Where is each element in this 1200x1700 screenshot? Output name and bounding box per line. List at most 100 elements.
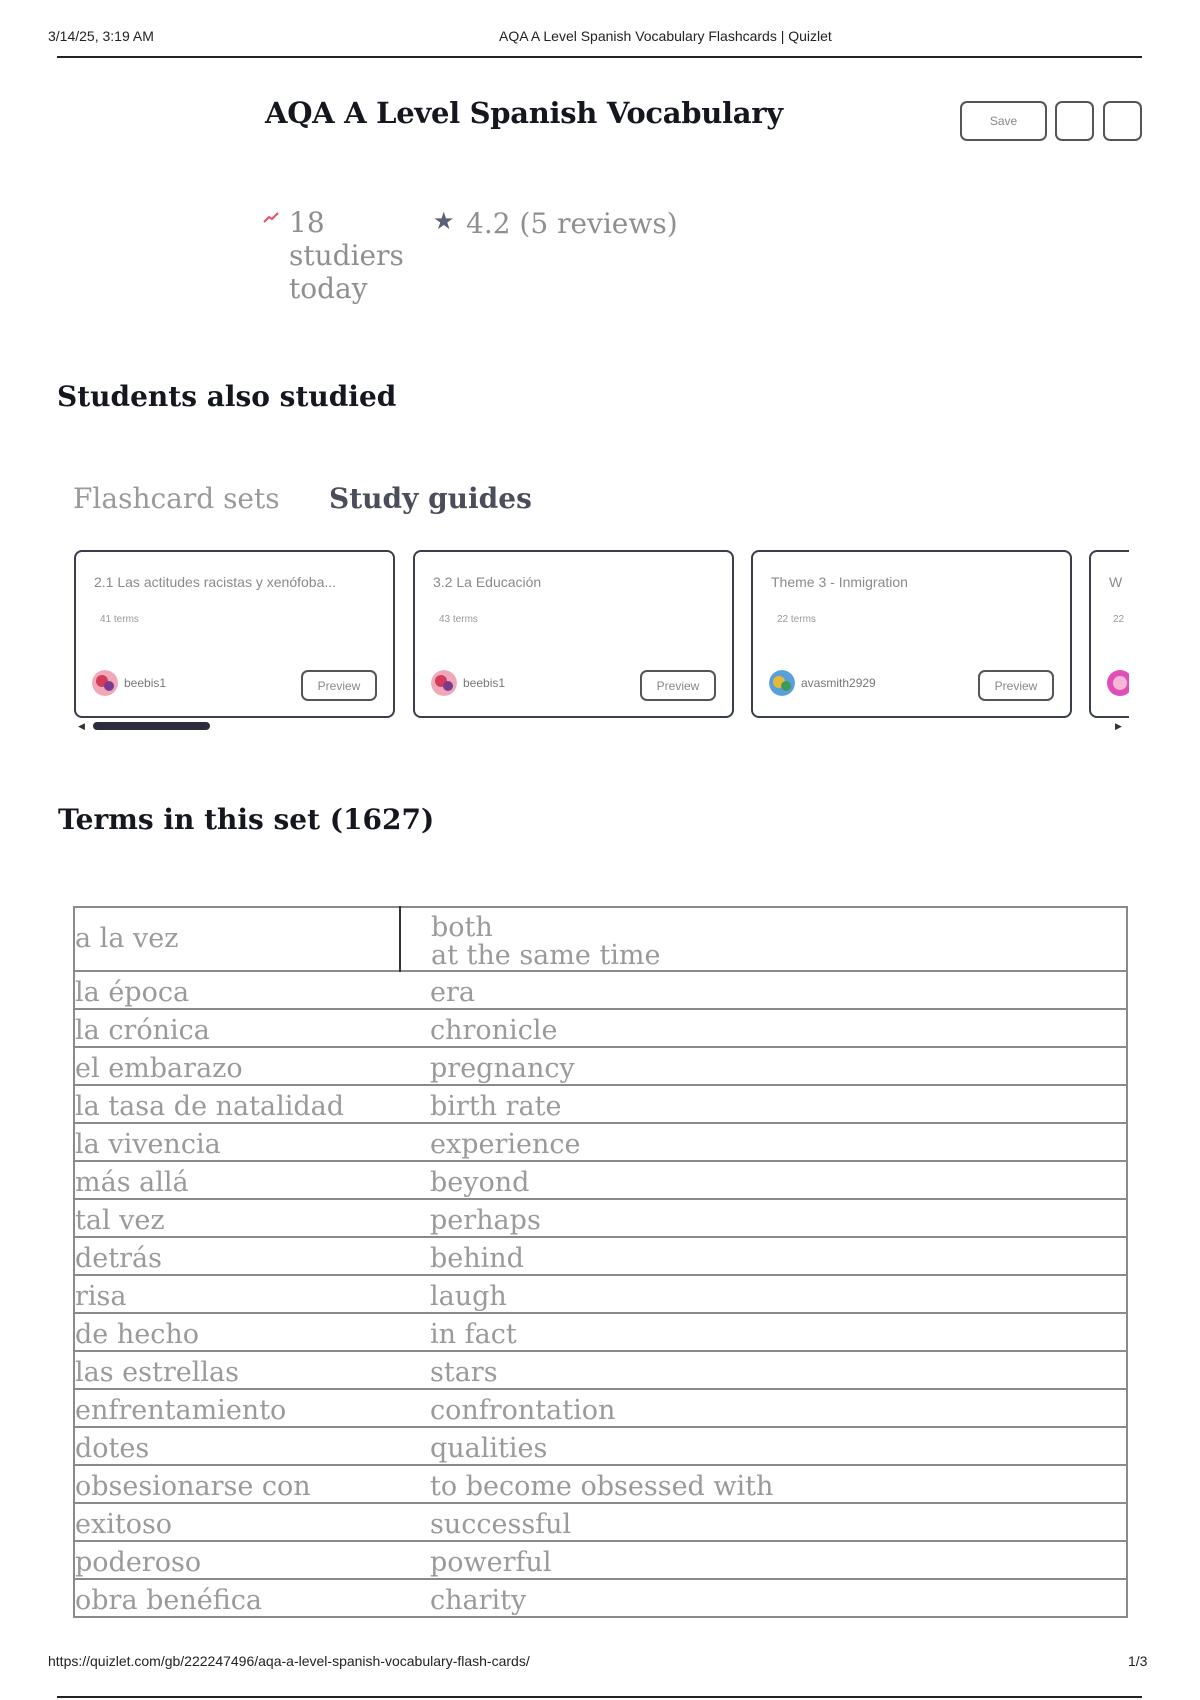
term-cell: dotes (74, 1426, 400, 1465)
preview-button[interactable]: Preview (301, 670, 377, 701)
rating-text: 4.2 (5 reviews) (466, 207, 678, 240)
save-button[interactable]: Save (960, 101, 1047, 141)
preview-button[interactable]: Preview (978, 670, 1054, 701)
table-row: más allá beyond (74, 1160, 1127, 1199)
share-button[interactable] (1055, 101, 1094, 141)
table-row: las estrellas stars (74, 1350, 1127, 1389)
term-cell: obra benéfica (74, 1578, 400, 1617)
definition-cell: era (400, 970, 1127, 1009)
students-also-studied-title: Students also studied (57, 380, 397, 413)
carousel-scrollbar[interactable] (93, 722, 210, 730)
term-cell: más allá (74, 1160, 400, 1199)
card-clip: W 22 (1089, 550, 1129, 718)
term-cell: detrás (74, 1236, 400, 1275)
print-datetime: 3/14/25, 3:19 AM (48, 28, 154, 44)
table-row: enfrentamiento confrontation (74, 1388, 1127, 1427)
table-row: poderoso powerful (74, 1540, 1127, 1579)
terms-title: Terms in this set (1627) (58, 803, 435, 836)
terms-table: a la vez both at the same time la época era… (73, 906, 1128, 1618)
definition-cell: qualities (400, 1426, 1127, 1465)
trending-up-icon (263, 212, 279, 223)
term-cell: la vivencia (74, 1122, 400, 1161)
study-card[interactable]: 2.1 Las actitudes racistas y xenófoba...… (74, 550, 395, 718)
term-cell: obsesionarse con (74, 1464, 400, 1503)
definition-cell: experience (400, 1122, 1127, 1161)
term-cell: el embarazo (74, 1046, 400, 1085)
table-row: la crónica chronicle (74, 1008, 1127, 1047)
definition-cell: behind (400, 1236, 1127, 1275)
definition-cell: pregnancy (400, 1046, 1127, 1085)
table-row: a la vez both at the same time (74, 906, 1127, 971)
avatar (1107, 670, 1129, 696)
card-term-count: 43 terms (439, 614, 478, 625)
definition-cell: in fact (400, 1312, 1127, 1351)
tab-flashcard-sets[interactable]: Flashcard sets (73, 482, 280, 515)
table-row: dotes qualities (74, 1426, 1127, 1465)
star-icon: ★ (433, 208, 455, 235)
header-divider (57, 56, 1142, 58)
term-cell: la tasa de natalidad (74, 1084, 400, 1123)
table-row: obsesionarse con to become obsessed with (74, 1464, 1127, 1503)
table-row: de hecho in fact (74, 1312, 1127, 1351)
preview-button[interactable]: Preview (640, 670, 716, 701)
table-row: la vivencia experience (74, 1122, 1127, 1161)
definition-cell: confrontation (400, 1388, 1127, 1427)
table-row: el embarazo pregnancy (74, 1046, 1127, 1085)
scroll-left-icon[interactable]: ◀ (78, 721, 85, 732)
card-username[interactable]: beebis1 (124, 676, 166, 690)
study-card[interactable]: 3.2 La Educación 43 terms beebis1 Previe… (413, 550, 734, 718)
table-row: detrás behind (74, 1236, 1127, 1275)
scroll-right-icon[interactable]: ▶ (1115, 721, 1122, 732)
table-row: la época era (74, 970, 1127, 1009)
avatar (769, 670, 795, 696)
page-title: AQA A Level Spanish Vocabulary (265, 96, 783, 130)
avatar (92, 670, 118, 696)
term-cell: risa (74, 1274, 400, 1313)
card-term-count: 22 (1113, 614, 1125, 625)
card-title: 2.1 Las actitudes racistas y xenófoba... (94, 574, 337, 590)
definition-cell: charity (400, 1578, 1127, 1617)
more-options-button[interactable] (1103, 101, 1142, 141)
term-cell: tal vez (74, 1198, 400, 1237)
term-cell: las estrellas (74, 1350, 400, 1389)
term-cell: a la vez (74, 906, 401, 971)
print-url: https://quizlet.com/gb/222247496/aqa-a-l… (48, 1653, 530, 1669)
table-row: tal vez perhaps (74, 1198, 1127, 1237)
term-cell: la crónica (74, 1008, 400, 1047)
definition-cell: birth rate (400, 1084, 1127, 1123)
save-button-label: Save (989, 114, 1018, 128)
definition-cell: perhaps (400, 1198, 1127, 1237)
term-cell: exitoso (74, 1502, 400, 1541)
table-row: exitoso successful (74, 1502, 1127, 1541)
study-card[interactable]: Theme 3 - Inmigration 22 terms avasmith2… (751, 550, 1072, 718)
card-title: 3.2 La Educación (433, 574, 542, 590)
studiers-count: 18 studiers today (289, 206, 404, 305)
study-card[interactable]: W 22 (1089, 550, 1129, 718)
card-username[interactable]: avasmith2929 (801, 676, 876, 690)
term-cell: poderoso (74, 1540, 400, 1579)
card-username[interactable]: beebis1 (463, 676, 505, 690)
definition-cell: successful (400, 1502, 1127, 1541)
avatar (431, 670, 457, 696)
tab-study-guides[interactable]: Study guides (329, 482, 532, 515)
table-row: la tasa de natalidad birth rate (74, 1084, 1127, 1123)
print-page-title: AQA A Level Spanish Vocabulary Flashcard… (499, 28, 832, 44)
definition-cell: both at the same time (400, 906, 1127, 971)
table-row: risa laugh (74, 1274, 1127, 1313)
card-title: W (1109, 574, 1123, 590)
card-term-count: 41 terms (100, 614, 139, 625)
print-page-number: 1/3 (1128, 1653, 1148, 1669)
term-cell: la época (74, 970, 400, 1009)
definition-cell: stars (400, 1350, 1127, 1389)
definition-cell: to become obsessed with (400, 1464, 1127, 1503)
definition-cell: laugh (400, 1274, 1127, 1313)
card-term-count: 22 terms (777, 614, 816, 625)
definition-cell: chronicle (400, 1008, 1127, 1047)
table-row: obra benéfica charity (74, 1578, 1127, 1617)
definition-cell: beyond (400, 1160, 1127, 1199)
card-title: Theme 3 - Inmigration (771, 574, 908, 590)
footer-divider (57, 1696, 1142, 1698)
definition-cell: powerful (400, 1540, 1127, 1579)
term-cell: enfrentamiento (74, 1388, 400, 1427)
term-cell: de hecho (74, 1312, 400, 1351)
